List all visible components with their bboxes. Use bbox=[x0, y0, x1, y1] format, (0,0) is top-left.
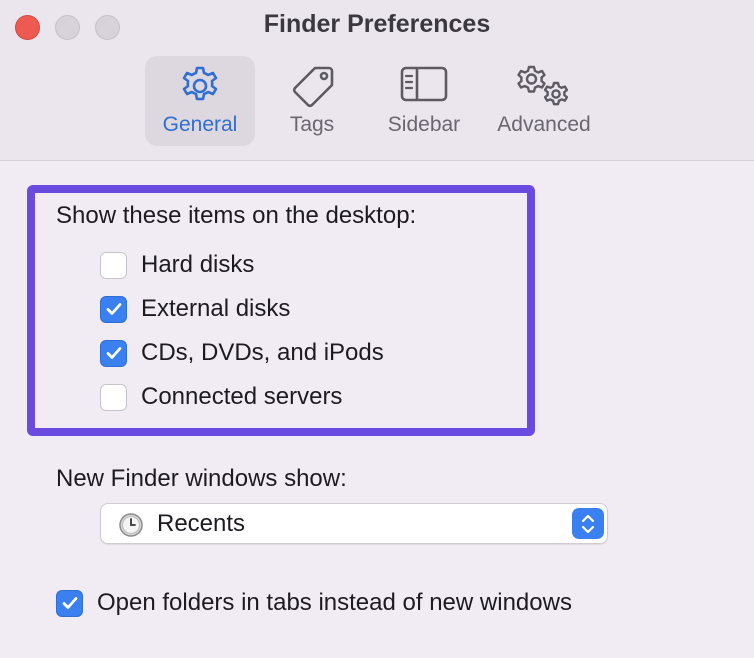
tab-advanced-label: Advanced bbox=[497, 113, 591, 136]
tab-advanced[interactable]: Advanced bbox=[488, 56, 600, 146]
external-disks-checkbox[interactable] bbox=[100, 295, 127, 323]
tab-general-label: General bbox=[162, 113, 238, 136]
checkbox-row-external-disks[interactable]: External disks bbox=[100, 294, 290, 324]
tab-sidebar-label: Sidebar bbox=[387, 113, 461, 136]
hard-disks-label: Hard disks bbox=[141, 251, 255, 278]
checkbox-row-connected-servers[interactable]: Connected servers bbox=[100, 382, 342, 412]
gear-icon bbox=[178, 64, 222, 113]
sidebar-icon bbox=[399, 64, 449, 109]
cds-dvds-ipods-label: CDs, DVDs, and iPods bbox=[141, 339, 384, 366]
tag-icon bbox=[288, 64, 336, 115]
tab-general[interactable]: General bbox=[145, 56, 255, 146]
open-in-tabs-label: Open folders in tabs instead of new wind… bbox=[97, 589, 572, 616]
checkbox-row-cds-dvds-ipods[interactable]: CDs, DVDs, and iPods bbox=[100, 338, 384, 368]
connected-servers-checkbox[interactable] bbox=[100, 383, 127, 411]
checkmark-icon bbox=[62, 597, 77, 609]
connected-servers-label: Connected servers bbox=[141, 383, 343, 410]
tab-tags[interactable]: Tags bbox=[270, 56, 354, 146]
tab-sidebar[interactable]: Sidebar bbox=[374, 56, 474, 146]
clock-icon bbox=[118, 512, 144, 543]
new-windows-label: New Finder windows show: bbox=[56, 465, 347, 492]
finder-preferences-window: Finder Preferences General Tags Sidebar … bbox=[0, 0, 754, 658]
new-windows-value: Recents bbox=[157, 510, 246, 537]
open-in-tabs-checkbox[interactable] bbox=[56, 589, 83, 617]
popup-stepper[interactable] bbox=[572, 508, 604, 539]
gears-icon bbox=[516, 64, 572, 115]
new-windows-popup[interactable]: Recents bbox=[100, 503, 608, 544]
checkmark-icon bbox=[106, 303, 121, 315]
desktop-items-heading: Show these items on the desktop: bbox=[56, 202, 417, 229]
checkbox-row-hard-disks[interactable]: Hard disks bbox=[100, 250, 254, 280]
external-disks-label: External disks bbox=[141, 295, 291, 322]
open-in-tabs-row[interactable]: Open folders in tabs instead of new wind… bbox=[56, 588, 572, 618]
checkmark-icon bbox=[106, 347, 121, 359]
window-title: Finder Preferences bbox=[263, 10, 491, 38]
hard-disks-checkbox[interactable] bbox=[100, 251, 127, 279]
cds-dvds-ipods-checkbox[interactable] bbox=[100, 339, 127, 367]
titlebar-toolbar: Finder Preferences General Tags Sidebar … bbox=[0, 0, 754, 161]
tab-tags-label: Tags bbox=[289, 113, 335, 136]
preference-tabs: General Tags Sidebar Advanced bbox=[0, 56, 754, 146]
chevron-up-down-icon bbox=[581, 514, 595, 533]
